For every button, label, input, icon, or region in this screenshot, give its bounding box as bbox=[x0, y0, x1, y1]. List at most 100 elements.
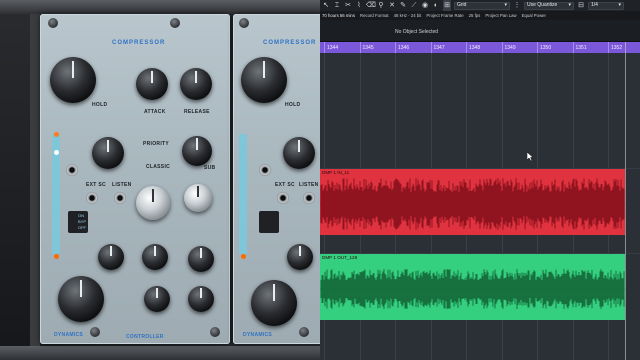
audio-event[interactable]: DMP 1 OUT_128 bbox=[320, 254, 625, 320]
sub-label: SUB bbox=[204, 165, 216, 171]
status-frame-rate-label[interactable]: Project Frame Rate bbox=[426, 13, 468, 18]
draw-tool-icon[interactable]: ✎ bbox=[399, 0, 407, 11]
status-frame-rate[interactable]: 25 fps bbox=[469, 13, 486, 18]
compressor-module-1: COMPRESSOR HOLD ATTACK RELEASE PRIORITY … bbox=[40, 14, 230, 344]
knob-small[interactable] bbox=[188, 246, 214, 272]
bypass-switch[interactable] bbox=[259, 211, 279, 233]
input-jack[interactable] bbox=[66, 164, 78, 176]
ruler-bar-number: 1352 bbox=[611, 45, 623, 51]
bypass-switch[interactable]: ON BYP OFF bbox=[68, 211, 88, 233]
screw bbox=[210, 327, 220, 337]
status-pan-law[interactable]: Equal Power bbox=[522, 13, 551, 18]
ruler-bar-number: 1348 bbox=[469, 45, 481, 51]
mix-knob[interactable] bbox=[184, 184, 212, 212]
status-record-format-label[interactable]: Record Format bbox=[360, 13, 394, 18]
grid-mode-value: Grid bbox=[457, 2, 467, 8]
input-jack[interactable] bbox=[259, 164, 271, 176]
ext-sc-jack[interactable] bbox=[86, 192, 98, 204]
ruler-bar-number: 1345 bbox=[362, 45, 374, 51]
knob-small[interactable] bbox=[142, 244, 168, 270]
quantize-value-select[interactable]: 1/4 ▾ bbox=[588, 1, 624, 10]
hold-knob[interactable] bbox=[241, 57, 287, 103]
dynamics-label: DYNAMICS bbox=[54, 332, 84, 338]
status-pan-law-label[interactable]: Project Pan Law bbox=[485, 13, 521, 18]
rack-rail-top bbox=[0, 0, 320, 14]
release-knob[interactable] bbox=[180, 68, 212, 100]
byp-label: BYP bbox=[78, 219, 87, 224]
ruler-tick bbox=[608, 42, 609, 53]
grid-mode-select[interactable]: Grid ▾ bbox=[454, 1, 510, 10]
info-line: No Object Selected bbox=[320, 20, 640, 42]
waveform bbox=[320, 178, 625, 230]
on-label: ON bbox=[78, 213, 84, 218]
sub-knob[interactable] bbox=[182, 136, 212, 166]
attack-label: ATTACK bbox=[144, 109, 166, 115]
timeline-ruler[interactable]: 1344 1345 1346 1347 1348 1349 1350 1351 1352 bbox=[320, 42, 640, 53]
pointer-tool-icon[interactable]: ↖ bbox=[322, 0, 330, 11]
hardware-photo: COMPRESSOR HOLD ATTACK RELEASE PRIORITY … bbox=[0, 0, 320, 360]
ratio-knob[interactable] bbox=[136, 186, 170, 220]
threshold-knob[interactable] bbox=[283, 137, 315, 169]
info-line-text: No Object Selected bbox=[395, 29, 439, 35]
line-tool-icon[interactable]: ⟋ bbox=[410, 0, 418, 11]
listen-label: LISTEN bbox=[112, 182, 132, 188]
knob-small[interactable] bbox=[188, 286, 214, 312]
ruler-tick bbox=[501, 42, 503, 53]
off-label: OFF bbox=[78, 225, 86, 230]
play-tool-icon[interactable]: ◉ bbox=[421, 0, 429, 11]
release-label: RELEASE bbox=[184, 109, 210, 115]
quantize-value: 1/4 bbox=[591, 2, 598, 8]
ruler-bar-number: 1349 bbox=[504, 45, 516, 51]
ruler-bar-number: 1346 bbox=[398, 45, 410, 51]
listen-jack[interactable] bbox=[303, 192, 315, 204]
output-knob[interactable] bbox=[58, 276, 104, 322]
threshold-knob[interactable] bbox=[92, 137, 124, 169]
output-knob[interactable] bbox=[251, 280, 297, 326]
listen-jack[interactable] bbox=[114, 192, 126, 204]
compressor-module-2: COMPRESSOR HOLD EXT SC LISTEN DYNAMICS bbox=[233, 14, 320, 344]
ruler-bar-number: 1344 bbox=[327, 45, 339, 51]
ruler-tick bbox=[572, 42, 574, 53]
quantize-value-icon: ⊟ bbox=[578, 2, 584, 9]
led bbox=[54, 254, 59, 259]
attack-knob[interactable] bbox=[136, 68, 168, 100]
mute-tool-icon[interactable]: ✕ bbox=[388, 0, 396, 11]
ruler-tick bbox=[395, 42, 396, 53]
zoom-tool-icon[interactable]: ⚲ bbox=[377, 0, 385, 11]
ext-sc-label: EXT SC bbox=[86, 182, 106, 188]
mouse-cursor-icon bbox=[527, 152, 534, 162]
hold-knob[interactable] bbox=[50, 57, 96, 103]
knob-small[interactable] bbox=[144, 286, 170, 312]
snap-icon[interactable]: ⊞ bbox=[443, 0, 451, 11]
ext-sc-label: EXT SC bbox=[275, 182, 295, 188]
erase-tool-icon[interactable]: ⌫ bbox=[366, 0, 376, 11]
chevron-down-icon: ▾ bbox=[618, 2, 621, 8]
module-title: COMPRESSOR bbox=[263, 40, 317, 46]
gain-reduction-meter bbox=[239, 134, 247, 254]
toolbar: ↖ ⌶ ✂ ⌇ ⌫ ⚲ ✕ ✎ ⟋ ◉ ◐ ⊞ Grid ▾ ⋮ Use Qua… bbox=[320, 0, 640, 11]
screw bbox=[170, 18, 180, 28]
glue-tool-icon[interactable]: ⌇ bbox=[355, 0, 363, 11]
audio-event[interactable]: DMP 1 IN_11 bbox=[320, 169, 625, 235]
range-tool-icon[interactable]: ⌶ bbox=[333, 0, 341, 11]
split-tool-icon[interactable]: ✂ bbox=[344, 0, 352, 11]
ruler-tick bbox=[430, 42, 432, 53]
knob-small[interactable] bbox=[98, 244, 124, 270]
waveform bbox=[320, 269, 625, 309]
led bbox=[241, 254, 246, 259]
footer-label: CONTROLLER bbox=[126, 334, 164, 340]
ext-sc-jack[interactable] bbox=[277, 192, 289, 204]
priority-label: PRIORITY bbox=[143, 141, 170, 147]
quantize-type-select[interactable]: Use Quantize ▾ bbox=[524, 1, 574, 10]
knob-small[interactable] bbox=[287, 244, 313, 270]
event-display[interactable]: DMP 1 IN_11 DMP 1 OUT_128 bbox=[320, 53, 640, 360]
status-record-format[interactable]: 48 kHz - 24 bit bbox=[394, 13, 427, 18]
hold-label: HOLD bbox=[92, 102, 108, 108]
color-tool-icon[interactable]: ◐ bbox=[432, 0, 440, 11]
chevron-down-icon: ▾ bbox=[568, 2, 571, 8]
quantize-icon[interactable]: ⋮ bbox=[513, 0, 521, 11]
ruler-tick bbox=[324, 42, 325, 53]
quantize-type-value: Use Quantize bbox=[527, 2, 558, 8]
screw bbox=[90, 327, 100, 337]
screw bbox=[239, 18, 249, 28]
